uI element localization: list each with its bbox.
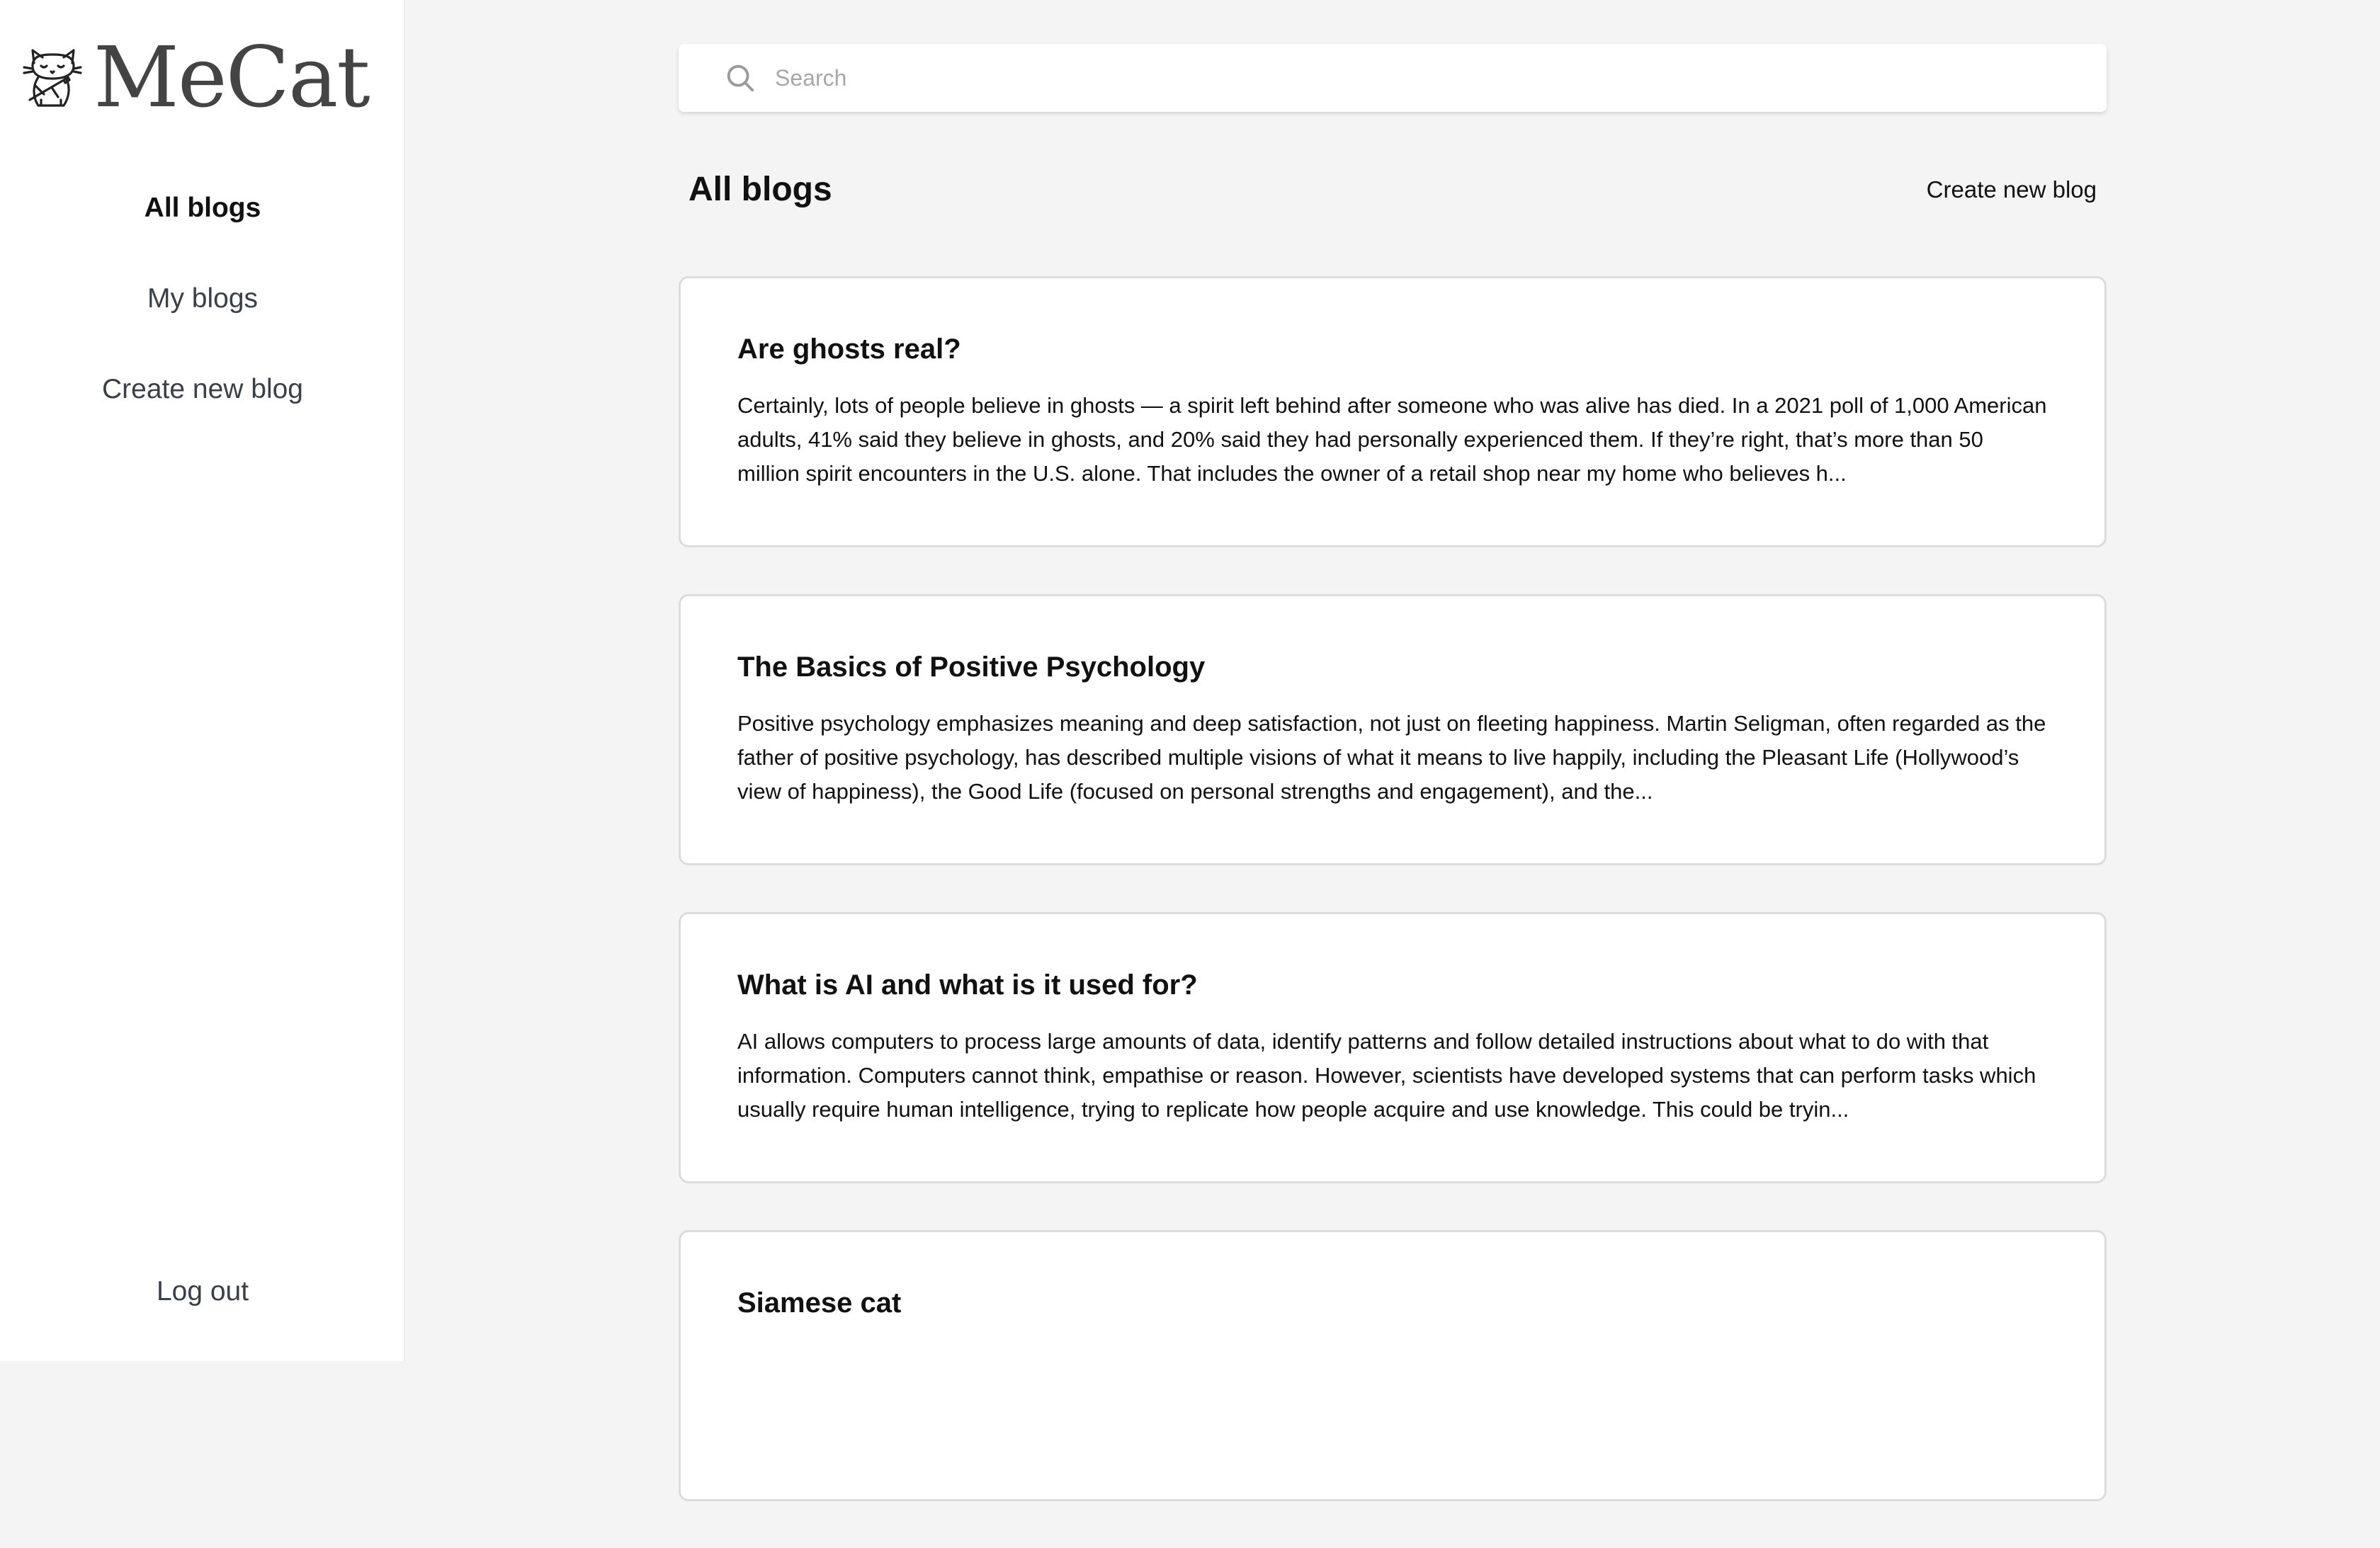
app-logo[interactable]: MeCat bbox=[21, 28, 370, 126]
page-title: All blogs bbox=[688, 171, 832, 208]
blog-card[interactable]: The Basics of Positive Psychology Positi… bbox=[679, 594, 2107, 865]
blog-list: Are ghosts real? Certainly, lots of peop… bbox=[679, 276, 2107, 1548]
blog-card-excerpt bbox=[737, 1343, 2048, 1445]
sidebar-item-create-new-blog[interactable]: Create new blog bbox=[0, 362, 405, 453]
blog-card-title[interactable]: The Basics of Positive Psychology bbox=[737, 651, 2048, 683]
blog-card-excerpt: AI allows computers to process large amo… bbox=[737, 1029, 2036, 1122]
blog-card-excerpt: Certainly, lots of people believe in gho… bbox=[737, 393, 2047, 486]
search-input[interactable] bbox=[774, 64, 2048, 92]
search-icon bbox=[727, 64, 754, 92]
blog-card[interactable]: What is AI and what is it used for? AI a… bbox=[679, 912, 2107, 1183]
sidebar-item-my-blogs[interactable]: My blogs bbox=[0, 271, 405, 362]
blog-card-title[interactable]: Are ghosts real? bbox=[737, 334, 2048, 365]
blog-card-title[interactable]: Siamese cat bbox=[737, 1287, 2048, 1319]
blog-card-title[interactable]: What is AI and what is it used for? bbox=[737, 969, 2048, 1001]
search-bar[interactable] bbox=[679, 44, 2107, 112]
app-name: MeCat bbox=[94, 28, 370, 126]
sidebar: MeCat All blogs My blogs Create new blog… bbox=[0, 0, 405, 1361]
sidebar-item-all-blogs[interactable]: All blogs bbox=[0, 181, 405, 271]
blog-card-excerpt: Positive psychology emphasizes meaning a… bbox=[737, 711, 2046, 804]
content-header: All blogs Create new blog bbox=[688, 170, 2097, 209]
cat-writing-icon bbox=[23, 49, 82, 107]
blog-card[interactable]: Siamese cat bbox=[679, 1230, 2107, 1501]
logout-link[interactable]: Log out bbox=[0, 1276, 405, 1307]
blog-card[interactable]: Are ghosts real? Certainly, lots of peop… bbox=[679, 276, 2107, 547]
create-new-blog-link[interactable]: Create new blog bbox=[1927, 176, 2097, 203]
sidebar-nav: All blogs My blogs Create new blog bbox=[0, 181, 405, 453]
